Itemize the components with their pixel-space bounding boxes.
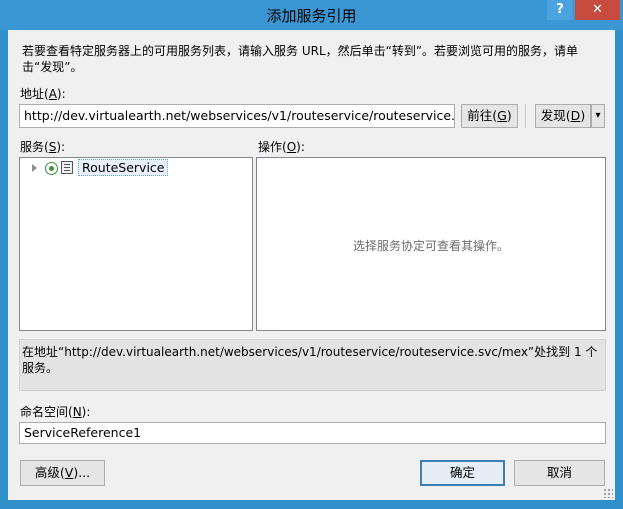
expand-arrow-icon[interactable] [32, 164, 37, 172]
dialog-body: 若要查看特定服务器上的可用服务列表，请输入服务 URL，然后单击“转到”。若要浏… [8, 30, 615, 500]
address-input[interactable]: http://dev.virtualearth.net/webservices/… [19, 104, 455, 128]
ok-button[interactable]: 确定 [420, 460, 505, 486]
dialog-title: 添加服务引用 [266, 7, 357, 25]
address-label: 地址(A): [20, 87, 66, 101]
resize-grip-icon[interactable] [603, 488, 613, 498]
title-bar[interactable]: 添加服务引用 ? ✕ [0, 0, 623, 30]
close-button[interactable]: ✕ [575, 0, 620, 20]
toolbar-divider [525, 104, 526, 128]
operations-label: 操作(O): [258, 140, 305, 154]
discover-dropdown-button[interactable]: ▾ [591, 104, 605, 128]
namespace-label: 命名空间(N): [20, 405, 91, 419]
advanced-button[interactable]: 高级(V)... [20, 460, 105, 486]
discover-button[interactable]: 发现(D) [535, 104, 591, 128]
service-contract-icon [61, 161, 73, 174]
help-button[interactable]: ? [547, 0, 573, 20]
operations-empty-message: 选择服务协定可查看其操作。 [352, 239, 509, 253]
operations-panel[interactable]: 选择服务协定可查看其操作。 [256, 157, 606, 331]
dialog-window: 添加服务引用 ? ✕ 若要查看特定服务器上的可用服务列表，请输入服务 URL，然… [0, 0, 623, 509]
services-label: 服务(S): [20, 140, 66, 154]
go-button[interactable]: 前往(G) [461, 104, 518, 128]
service-status-icon [45, 162, 58, 175]
services-tree[interactable]: RouteService [19, 157, 253, 331]
cancel-button[interactable]: 取消 [514, 460, 605, 486]
namespace-input[interactable]: ServiceReference1 [19, 422, 606, 444]
instructions-text: 若要查看特定服务器上的可用服务列表，请输入服务 URL，然后单击“转到”。若要浏… [22, 44, 579, 74]
tree-item-label[interactable]: RouteService [78, 159, 169, 176]
status-message: 在地址“http://dev.virtualearth.net/webservi… [19, 339, 606, 391]
